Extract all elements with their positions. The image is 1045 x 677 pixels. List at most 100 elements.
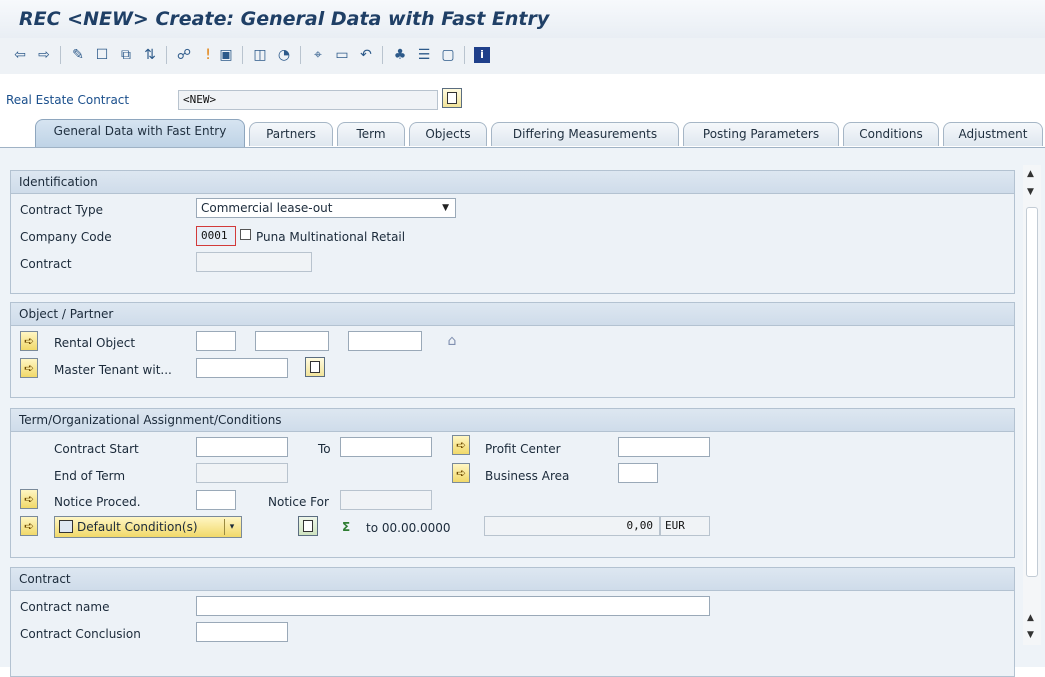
default-conditions-button[interactable]: Default Condition(s) ▾ (54, 516, 242, 538)
scroll-down-icon[interactable]: ▼ (1027, 187, 1034, 197)
contract-conclusion-field[interactable] (196, 622, 288, 642)
tab-strip: General Data with Fast Entry Partners Te… (0, 116, 1045, 148)
master-tenant-field[interactable] (196, 358, 288, 378)
document-icon (447, 92, 457, 104)
info-icon[interactable]: i (474, 47, 490, 63)
company-code-field[interactable]: 0001 (196, 226, 236, 246)
notice-for-label: Notice For (268, 495, 329, 509)
to-date-text: to 00.00.0000 (366, 521, 451, 535)
display-icon[interactable]: ◫ (252, 47, 268, 63)
document-icon[interactable]: ▭ (334, 47, 350, 63)
toolbar-separator (242, 46, 243, 64)
table-icon[interactable]: ☰ (416, 47, 432, 63)
toolbar-separator (382, 46, 383, 64)
tab-adjustment[interactable]: Adjustment (943, 122, 1043, 146)
sum-icon: Σ (342, 520, 351, 534)
end-of-term-field[interactable] (196, 463, 288, 483)
info-marker-icon[interactable]: ! (200, 47, 216, 63)
group-title: Term/Organizational Assignment/Condition… (11, 409, 1014, 432)
application-toolbar: ⇦ ⇨ ✎ ☐ ⧉ ⇅ ☍ ! ▣ ◫ ◔ ⌖ ▭ ↶ ♣ ☰ ▢ i (0, 38, 1045, 75)
conditions-icon (59, 520, 73, 533)
contract-name-label: Contract name (20, 600, 110, 614)
tab-partners[interactable]: Partners (249, 122, 333, 146)
tab-differing-measurements[interactable]: Differing Measurements (491, 122, 679, 146)
copy-icon[interactable]: ⧉ (118, 47, 134, 63)
contract-field[interactable] (196, 252, 312, 272)
contract-name-field[interactable] (196, 596, 710, 616)
real-estate-contract-field[interactable]: <NEW> (178, 90, 438, 110)
contract-type-label: Contract Type (20, 203, 103, 217)
screen-icon[interactable]: ▢ (440, 47, 456, 63)
chevron-down-icon: ▼ (442, 203, 449, 213)
scroll-up-icon[interactable]: ▲ (1027, 169, 1034, 179)
copy-icon[interactable] (240, 229, 251, 240)
conditions-arrow-button[interactable]: ➪ (20, 516, 38, 536)
contract-group: Contract (10, 567, 1015, 677)
object-partner-group: Object / Partner (10, 302, 1015, 398)
business-area-field[interactable] (618, 463, 658, 483)
rental-object-label: Rental Object (54, 336, 136, 350)
replace-icon[interactable]: ⇅ (142, 47, 158, 63)
search-help-icon[interactable]: ⌂ (442, 331, 462, 351)
connect-icon[interactable]: ⌖ (310, 47, 326, 63)
save-variant-icon[interactable]: ▣ (218, 47, 234, 63)
profit-center-field[interactable] (618, 437, 710, 457)
contract-start-field[interactable] (196, 437, 288, 457)
chevron-down-icon: ▾ (224, 519, 239, 535)
business-area-label: Business Area (485, 469, 570, 483)
company-name-text: Puna Multinational Retail (256, 230, 406, 244)
undo-icon[interactable]: ↶ (358, 47, 374, 63)
amount-field[interactable]: 0,00 (484, 516, 660, 536)
rental-object-arrow-button[interactable]: ➪ (20, 331, 38, 351)
window-title: REC <NEW> Create: General Data with Fast… (19, 8, 550, 30)
contract-end-field[interactable] (340, 437, 432, 457)
identification-group: Identification (10, 170, 1015, 294)
profit-center-arrow-button[interactable]: ➪ (452, 435, 470, 455)
master-tenant-label: Master Tenant wit... (54, 363, 172, 377)
group-title: Object / Partner (11, 303, 1014, 326)
end-of-term-label: End of Term (54, 469, 126, 483)
rental-object-field-1[interactable] (196, 331, 236, 351)
tab-conditions[interactable]: Conditions (843, 122, 939, 146)
currency-field[interactable]: EUR (660, 516, 710, 536)
tab-objects[interactable]: Objects (409, 122, 487, 146)
contract-type-value: Commercial lease-out (201, 201, 333, 215)
scrollbar-thumb[interactable] (1026, 207, 1038, 577)
forward-arrow-icon[interactable]: ⇨ (36, 47, 52, 63)
business-area-arrow-button[interactable]: ➪ (452, 463, 470, 483)
notice-proced-field[interactable] (196, 490, 236, 510)
create-partner-button[interactable] (305, 357, 325, 377)
rental-object-field-2[interactable] (255, 331, 329, 351)
master-tenant-arrow-button[interactable]: ➪ (20, 358, 38, 378)
toolbar-separator (166, 46, 167, 64)
scroll-up-icon[interactable]: ▲ (1027, 613, 1034, 623)
group-title: Contract (11, 568, 1014, 591)
rental-object-field-3[interactable] (348, 331, 422, 351)
contract-conclusion-label: Contract Conclusion (20, 627, 141, 641)
calculate-button[interactable] (298, 516, 318, 536)
org-chart-icon[interactable]: ♣ (392, 47, 408, 63)
profit-center-label: Profit Center (485, 442, 561, 456)
scroll-down-icon[interactable]: ▼ (1027, 630, 1034, 640)
vertical-scrollbar[interactable]: ▲ ▼ ▲ ▼ (1023, 165, 1041, 645)
back-arrow-icon[interactable]: ⇦ (12, 47, 28, 63)
hierarchy-icon[interactable]: ☍ (176, 47, 192, 63)
to-label: To (318, 442, 331, 456)
edit-icon[interactable]: ✎ (70, 47, 86, 63)
new-document-icon[interactable]: ☐ (94, 47, 110, 63)
paint-icon[interactable]: ◔ (276, 47, 292, 63)
tab-general-data[interactable]: General Data with Fast Entry (35, 119, 245, 147)
header-row (0, 74, 1045, 116)
tab-term[interactable]: Term (337, 122, 405, 146)
tab-posting-parameters[interactable]: Posting Parameters (683, 122, 839, 146)
notice-for-field[interactable] (340, 490, 432, 510)
toolbar-separator (464, 46, 465, 64)
group-title: Identification (11, 171, 1014, 194)
real-estate-contract-label: Real Estate Contract (6, 93, 130, 107)
contract-type-select[interactable]: Commercial lease-out ▼ (196, 198, 456, 218)
notice-proced-arrow-button[interactable]: ➪ (20, 489, 38, 509)
notice-proced-label: Notice Proced. (54, 495, 141, 509)
document-icon (310, 361, 320, 373)
new-contract-button[interactable] (442, 88, 462, 108)
contract-label: Contract (20, 257, 72, 271)
